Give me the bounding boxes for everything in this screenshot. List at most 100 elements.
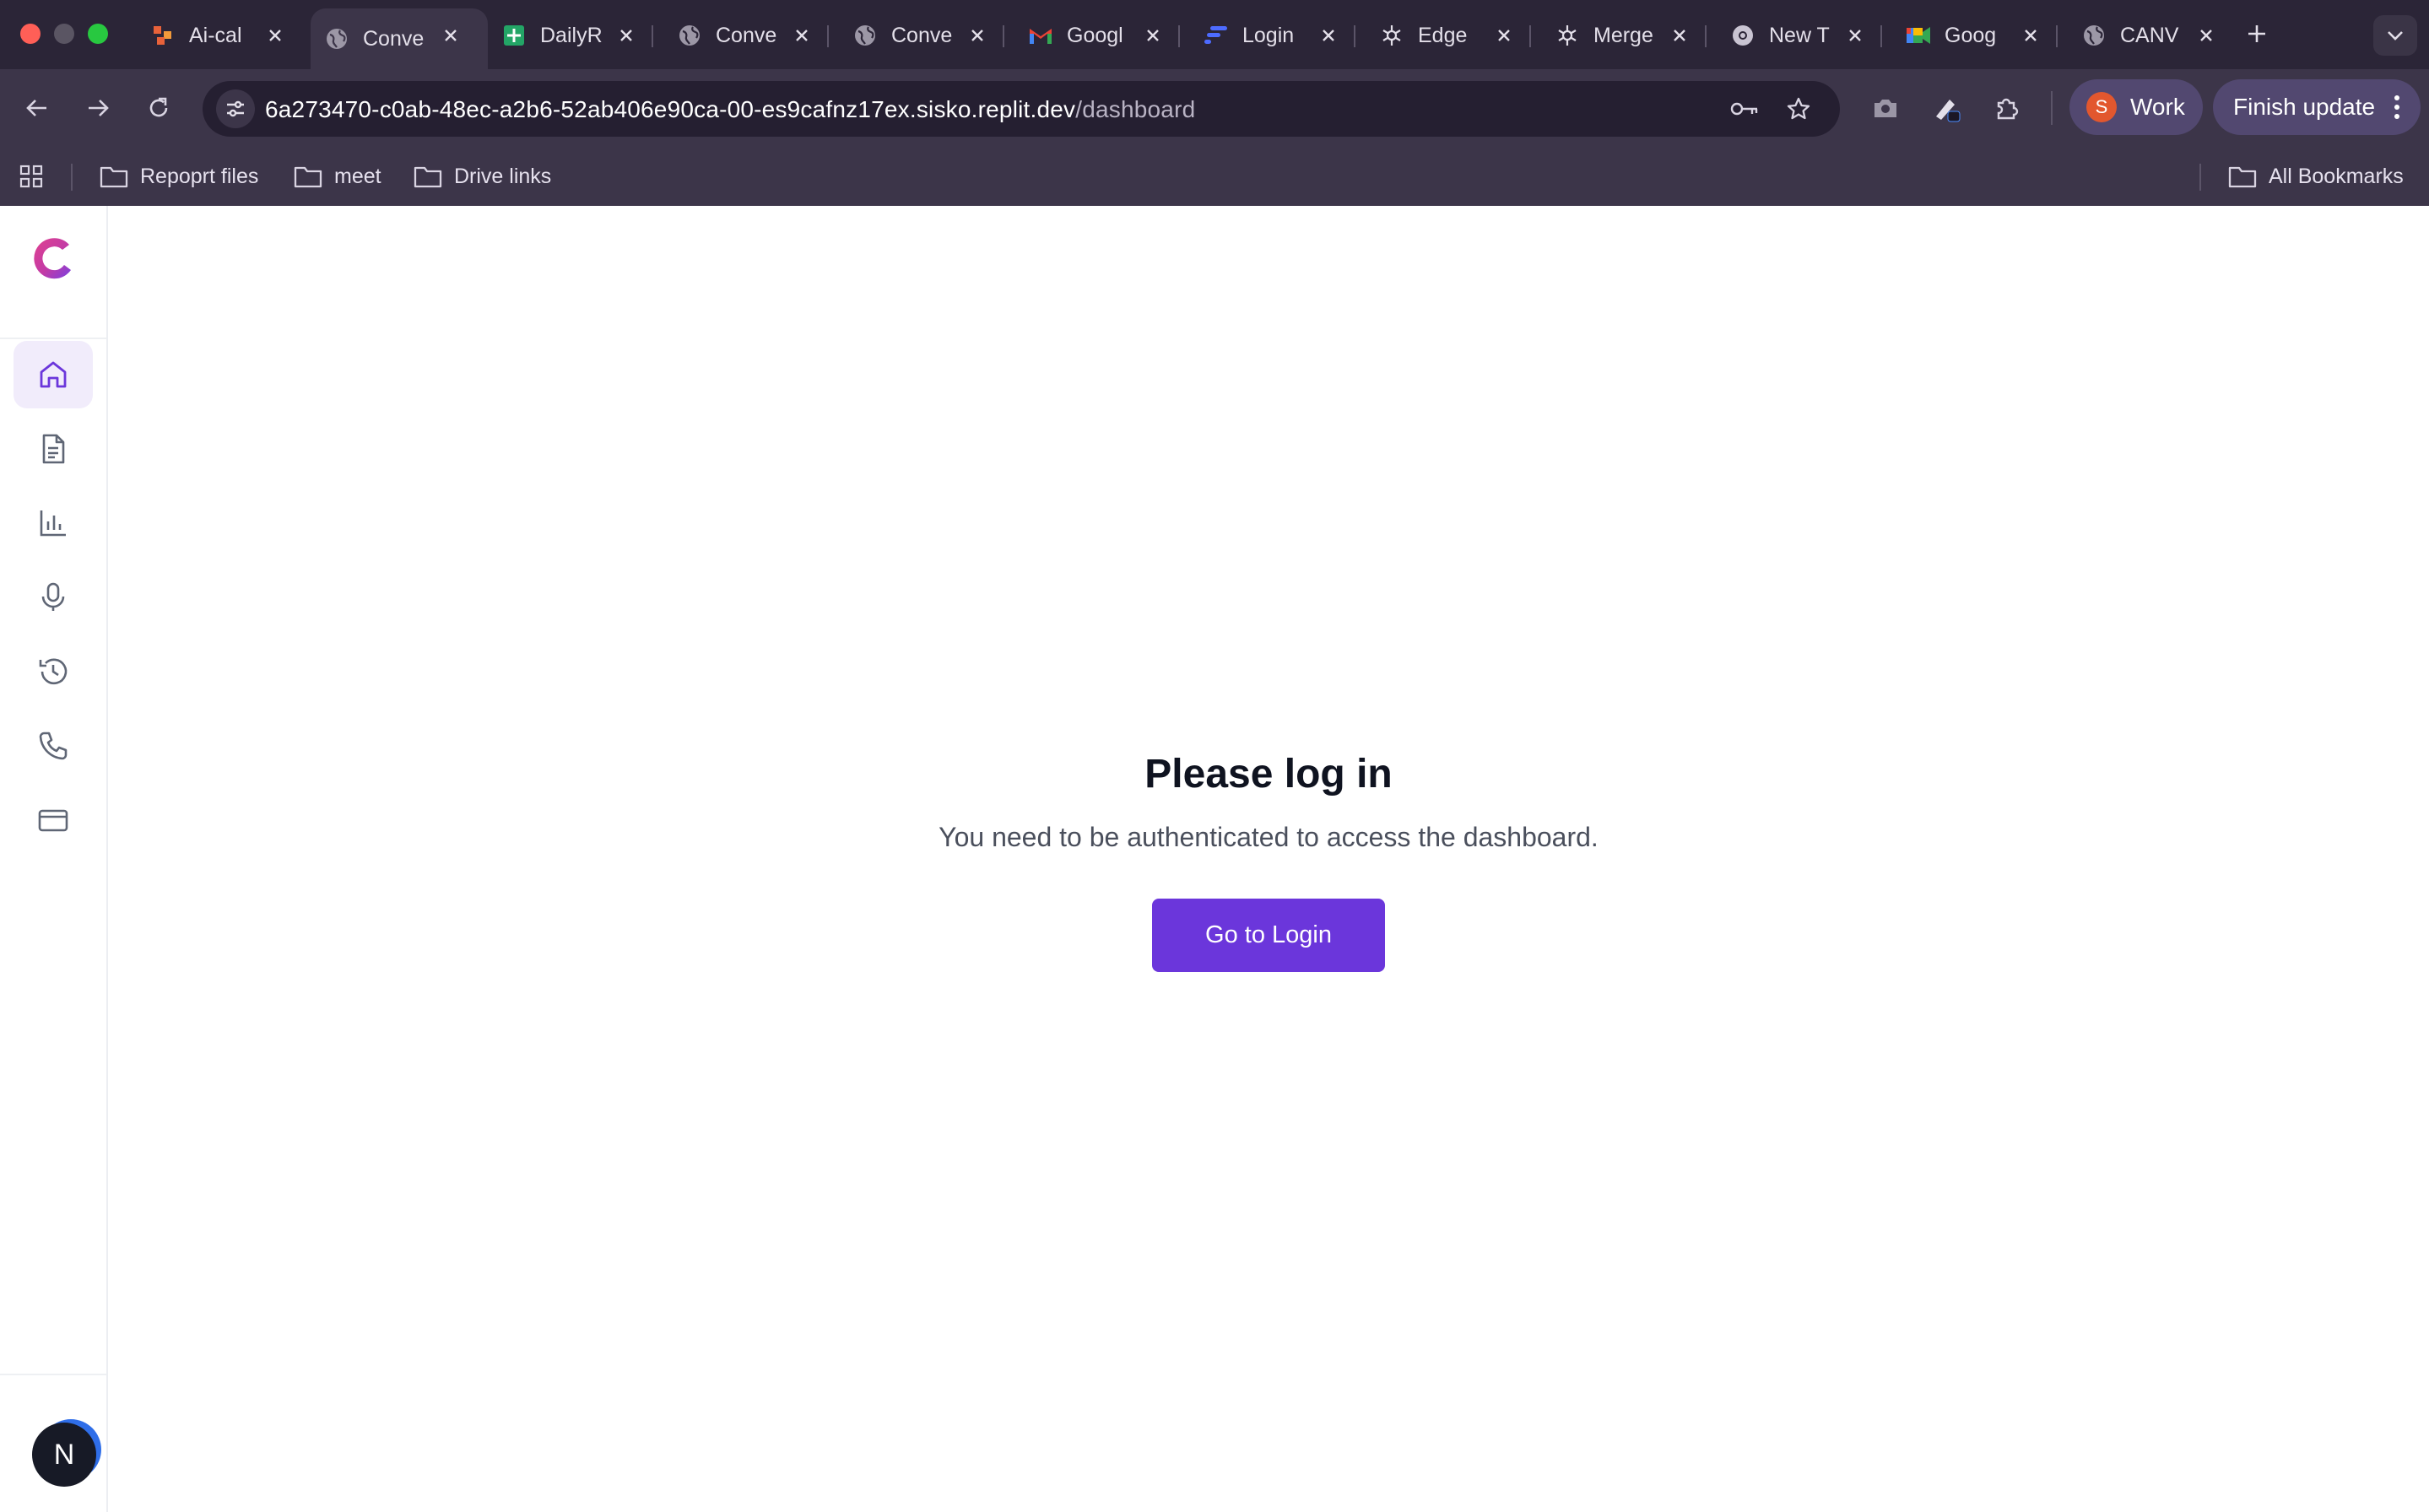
browser-tab[interactable]: Merge <box>1541 8 1717 62</box>
url-text[interactable]: 6a273470-c0ab-48ec-a2b6-52ab406e90ca-00-… <box>265 96 1195 123</box>
browser-tab[interactable]: Edge <box>1366 8 1541 62</box>
chrome-icon <box>1730 23 1755 48</box>
globe-icon <box>324 26 349 51</box>
nav-calls[interactable] <box>14 712 93 780</box>
history-icon <box>39 658 68 685</box>
url-path: /dashboard <box>1075 96 1196 122</box>
user-avatar[interactable]: N <box>32 1423 96 1487</box>
folder-icon <box>100 166 128 188</box>
address-bar[interactable]: 6a273470-c0ab-48ec-a2b6-52ab406e90ca-00-… <box>203 81 1840 137</box>
tab-title: Edge <box>1418 23 1468 47</box>
go-to-login-button[interactable]: Go to Login <box>1152 899 1385 972</box>
password-key-icon[interactable] <box>1728 93 1761 125</box>
browser-tab[interactable]: DailyR <box>488 8 663 62</box>
profile-button[interactable]: S Work <box>2069 79 2203 135</box>
tab-title: Conve <box>363 26 425 51</box>
gmail-icon <box>1028 23 1053 48</box>
browser-tab-bar: Ai-cal Conve DailyR Conve Conve Googl Lo… <box>0 0 2429 69</box>
browser-tab-active[interactable]: Conve <box>311 8 488 69</box>
nav-history[interactable] <box>14 638 93 705</box>
tab-close-icon[interactable] <box>1843 24 1867 47</box>
arrow-right-icon <box>89 100 109 116</box>
plus-icon <box>2248 25 2265 42</box>
tab-close-icon[interactable] <box>1668 24 1691 47</box>
tab-close-icon[interactable] <box>263 24 287 47</box>
forward-button[interactable] <box>78 88 118 128</box>
tab-close-icon[interactable] <box>1317 24 1340 47</box>
bar-chart-icon <box>40 510 66 537</box>
finish-update-label: Finish update <box>2233 94 2376 120</box>
auth-message: You need to be authenticated to access t… <box>939 822 1599 852</box>
tab-close-icon[interactable] <box>614 24 638 47</box>
nav-analytics[interactable] <box>14 489 93 557</box>
browser-tab[interactable]: Conve <box>663 8 839 62</box>
globe-icon <box>677 23 702 48</box>
browser-tab[interactable]: Conve <box>839 8 1014 62</box>
arrow-left-icon <box>26 100 46 116</box>
browser-tab[interactable]: Googl <box>1014 8 1190 62</box>
bookmark-folder[interactable]: meet <box>294 160 381 192</box>
tab-close-icon[interactable] <box>2194 24 2218 47</box>
more-vertical-icon <box>2394 95 2399 119</box>
nav-recordings[interactable] <box>14 564 93 631</box>
extension-pen-icon[interactable] <box>1926 88 1966 128</box>
tab-close-icon[interactable] <box>1141 24 1165 47</box>
bookmark-star-icon[interactable] <box>1783 93 1815 125</box>
tab-close-icon[interactable] <box>1492 24 1516 47</box>
extensions-puzzle-icon[interactable] <box>1987 88 2027 128</box>
tab-title: Login <box>1242 23 1295 47</box>
tune-icon <box>227 100 244 117</box>
openai-icon <box>1555 23 1580 48</box>
minimize-window-button[interactable] <box>54 24 74 44</box>
bookmark-label: Repoprt files <box>140 164 259 188</box>
sheets-icon <box>501 23 527 48</box>
tab-close-icon[interactable] <box>2019 24 2042 47</box>
page-title: Please log in <box>1144 752 1393 796</box>
url-host: 6a273470-c0ab-48ec-a2b6-52ab406e90ca-00-… <box>265 96 1076 122</box>
tab-close-icon[interactable] <box>790 24 814 47</box>
credit-card-icon <box>38 809 68 832</box>
finish-update-button[interactable]: Finish update <box>2213 79 2421 135</box>
profile-avatar: S <box>2086 92 2117 122</box>
document-icon <box>42 434 65 464</box>
browser-tab[interactable]: Goog <box>1892 8 2068 62</box>
bookmark-label: Drive links <box>454 164 552 188</box>
bookmarks-bar: Repoprt files meet Drive links All Bookm… <box>0 147 2429 207</box>
app-logo[interactable] <box>27 231 81 285</box>
all-bookmarks-label: All Bookmarks <box>2269 164 2404 188</box>
close-window-button[interactable] <box>20 24 41 44</box>
tab-close-icon[interactable] <box>966 24 989 47</box>
bookmark-folder[interactable]: Repoprt files <box>100 160 258 192</box>
folder-icon <box>2228 166 2257 188</box>
nav-home[interactable] <box>14 341 93 408</box>
all-bookmarks-button[interactable]: All Bookmarks <box>2228 160 2404 192</box>
tab-title: New T <box>1769 23 1830 47</box>
camera-icon[interactable] <box>1865 88 1906 128</box>
orange-app-icon <box>150 23 176 48</box>
microphone-icon <box>41 582 65 611</box>
tab-close-icon[interactable] <box>439 24 463 47</box>
browser-tab[interactable]: New T <box>1717 8 1892 62</box>
site-info-button[interactable] <box>216 89 255 128</box>
home-icon <box>40 361 67 388</box>
browser-tab[interactable]: Login <box>1190 8 1366 62</box>
nav-billing[interactable] <box>14 786 93 854</box>
nav-documents[interactable] <box>14 415 93 483</box>
tab-title: Ai-cal <box>189 23 242 47</box>
main-content: Please log in You need to be authenticat… <box>108 206 2429 1512</box>
openai-icon <box>1379 23 1404 48</box>
bookmark-folder[interactable]: Drive links <box>414 160 551 192</box>
folder-icon <box>294 166 322 188</box>
back-button[interactable] <box>17 88 57 128</box>
bookmark-label: meet <box>334 164 381 188</box>
new-tab-button[interactable] <box>2237 14 2277 54</box>
browser-tab[interactable]: Ai-cal <box>137 8 312 62</box>
reload-button[interactable] <box>138 88 179 128</box>
profile-label: Work <box>2130 94 2185 120</box>
globe-icon <box>852 23 878 48</box>
tab-search-button[interactable] <box>2373 15 2417 56</box>
maximize-window-button[interactable] <box>88 24 108 44</box>
apps-grid-icon[interactable] <box>19 160 56 192</box>
browser-tab[interactable]: CANV <box>2068 8 2243 62</box>
folder-icon <box>414 166 442 188</box>
